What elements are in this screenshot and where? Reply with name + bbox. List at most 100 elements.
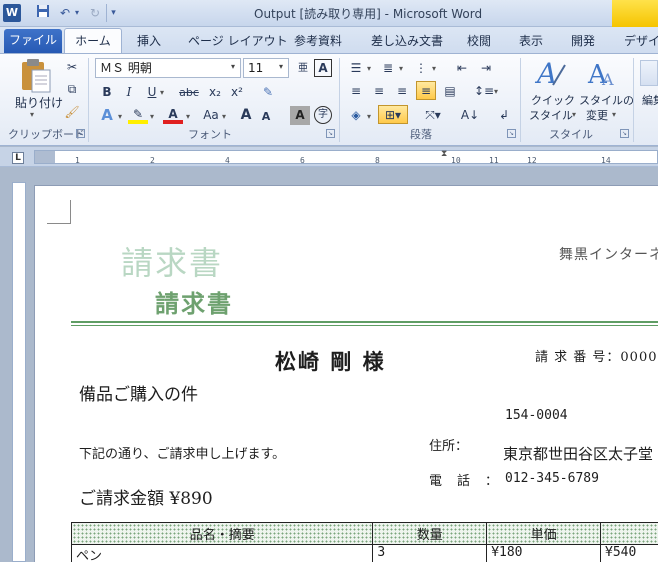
font-family-select[interactable]: ＭＳ 明朝: [95, 58, 241, 78]
quick-styles-label[interactable]: クイック: [531, 92, 575, 108]
table-header-cell[interactable]: 数量: [372, 522, 488, 545]
indent-marker-icon[interactable]: ⧗: [441, 149, 447, 159]
customer-name[interactable]: 松崎 剛 様: [275, 346, 386, 376]
paste-icon[interactable]: [16, 58, 56, 98]
multilevel-dropdown-icon[interactable]: ▾: [432, 64, 436, 73]
shading-dropdown-icon[interactable]: ▾: [367, 112, 371, 121]
table-cell[interactable]: ペン: [70, 544, 374, 562]
borders-icon[interactable]: ⊞▾: [378, 105, 408, 124]
table-header-cell[interactable]: [600, 522, 658, 545]
tel-value[interactable]: 012-345-6789: [505, 471, 599, 486]
postal-code[interactable]: 154-0004: [505, 408, 568, 423]
align-right-icon[interactable]: ≡: [392, 82, 412, 101]
change-case-dropdown-icon[interactable]: ▾: [222, 112, 226, 121]
invoice-table[interactable]: 品名・摘要 数量 単価 ペン 3 ¥180 ¥540: [70, 522, 658, 562]
grow-font-button[interactable]: A: [236, 106, 256, 125]
horizontal-ruler[interactable]: 1 2 4 6 8 10 11 12 14 ⧗: [0, 147, 658, 167]
italic-button[interactable]: I: [119, 83, 139, 102]
sort-icon[interactable]: A↓: [460, 106, 480, 125]
styles-launcher-icon[interactable]: ↘: [620, 129, 629, 138]
character-border-icon[interactable]: A: [314, 59, 332, 77]
company-name[interactable]: 舞黒インターネ: [559, 244, 658, 264]
copy-icon[interactable]: ⧉: [62, 80, 82, 99]
strikethrough-button[interactable]: abc: [176, 83, 202, 102]
align-center-icon[interactable]: ≡: [369, 82, 389, 101]
change-styles-label[interactable]: スタイルの: [579, 92, 634, 108]
superscript-button[interactable]: x²: [227, 83, 247, 102]
character-shading-icon[interactable]: A: [290, 106, 310, 125]
change-styles-label-2[interactable]: 変更: [586, 107, 608, 123]
align-left-icon[interactable]: ≡: [346, 82, 366, 101]
change-styles-icon[interactable]: AA: [586, 57, 620, 90]
address-value[interactable]: 東京都世田谷区太子堂: [503, 443, 653, 464]
tab-insert[interactable]: 挿入: [137, 32, 161, 49]
font-launcher-icon[interactable]: ↘: [326, 129, 335, 138]
table-cell[interactable]: ¥180: [486, 544, 602, 562]
tab-selector-button[interactable]: L: [12, 152, 24, 164]
tab-review[interactable]: 校閲: [467, 32, 491, 49]
customize-quick-access-icon[interactable]: ▾: [106, 4, 120, 22]
cut-icon[interactable]: ✂: [62, 58, 82, 77]
undo-dropdown-icon[interactable]: ▾: [72, 4, 82, 22]
tab-references[interactable]: 参考資料: [294, 32, 342, 49]
font-family-dropdown-icon[interactable]: ▾: [231, 62, 235, 71]
redo-icon[interactable]: ↻: [86, 4, 104, 22]
highlight-dropdown-icon[interactable]: ▾: [150, 112, 154, 121]
bullets-icon[interactable]: ☰: [346, 59, 366, 78]
numbering-icon[interactable]: ≣: [378, 59, 398, 78]
format-painter-icon[interactable]: 🖌: [62, 103, 82, 122]
font-color-dropdown-icon[interactable]: ▾: [186, 112, 190, 121]
change-case-button[interactable]: Aa: [198, 106, 224, 125]
paste-button[interactable]: 貼り付け: [15, 94, 63, 111]
table-header-cell[interactable]: 単価: [486, 522, 602, 545]
tab-home[interactable]: ホーム: [64, 28, 122, 54]
text-effects-icon[interactable]: A: [97, 106, 117, 125]
billing-amount[interactable]: ご請求金額 ¥890: [79, 484, 213, 509]
intro-text[interactable]: 下記の通り、ご請求申し上げます。: [79, 443, 285, 462]
tab-view[interactable]: 表示: [519, 32, 543, 49]
text-effects-dropdown-icon[interactable]: ▾: [118, 112, 122, 121]
justify-icon[interactable]: ≡: [416, 81, 436, 100]
asian-layout-icon[interactable]: ⤧▾: [420, 106, 446, 125]
subscript-button[interactable]: x₂: [205, 83, 225, 102]
line-spacing-dropdown-icon[interactable]: ▾: [494, 87, 498, 96]
show-marks-icon[interactable]: ↲: [494, 106, 514, 125]
quick-styles-label-2[interactable]: スタイル: [529, 107, 573, 123]
paragraph-launcher-icon[interactable]: ↘: [507, 129, 516, 138]
vertical-ruler[interactable]: [0, 168, 28, 562]
table-cell[interactable]: ¥540: [600, 544, 658, 562]
font-size-dropdown-icon[interactable]: ▾: [279, 62, 283, 71]
numbering-dropdown-icon[interactable]: ▾: [399, 64, 403, 73]
subject-line[interactable]: 備品ご購入の件: [79, 380, 198, 405]
tab-design[interactable]: デザイン: [624, 32, 658, 49]
underline-button[interactable]: U: [142, 83, 162, 102]
editing-label[interactable]: 編集: [642, 92, 658, 108]
bold-button[interactable]: B: [97, 83, 117, 102]
decrease-indent-icon[interactable]: ⇤: [452, 59, 472, 78]
tab-developer[interactable]: 開発: [571, 32, 595, 49]
quick-styles-icon[interactable]: A: [533, 57, 567, 90]
tab-file[interactable]: ファイル: [4, 29, 62, 53]
tab-page-layout[interactable]: ページ レイアウト: [188, 32, 288, 49]
phonetic-guide-icon[interactable]: 亜: [293, 59, 313, 78]
document-page[interactable]: 請求書 請求書 舞黒インターネ 松崎 剛 様 請 求 番 号：00000 備品ご…: [34, 185, 658, 562]
save-icon[interactable]: [34, 4, 52, 22]
window-controls[interactable]: [612, 0, 658, 27]
bullets-dropdown-icon[interactable]: ▾: [367, 64, 371, 73]
invoice-number[interactable]: 請 求 番 号：00000: [535, 346, 658, 365]
underline-dropdown-icon[interactable]: ▾: [160, 88, 164, 97]
change-styles-dropdown-icon[interactable]: ▾: [612, 110, 616, 119]
clear-formatting-icon[interactable]: ✎: [258, 83, 278, 102]
distributed-icon[interactable]: ▤: [440, 82, 460, 101]
document-title[interactable]: 請求書: [155, 284, 233, 319]
paste-dropdown-icon[interactable]: ▾: [30, 110, 34, 119]
increase-indent-icon[interactable]: ⇥: [476, 59, 496, 78]
clipboard-launcher-icon[interactable]: ↘: [76, 129, 85, 138]
ruler-strip[interactable]: 1 2 4 6 8 10 11 12 14 ⧗: [34, 149, 658, 165]
highlight-color-icon[interactable]: ✎: [128, 105, 148, 124]
editing-icon[interactable]: [640, 60, 658, 86]
enclose-characters-button[interactable]: 字: [314, 106, 332, 124]
shrink-font-button[interactable]: A: [256, 107, 276, 126]
quick-styles-dropdown-icon[interactable]: ▾: [572, 110, 576, 119]
word-logo-icon[interactable]: W: [3, 4, 21, 22]
